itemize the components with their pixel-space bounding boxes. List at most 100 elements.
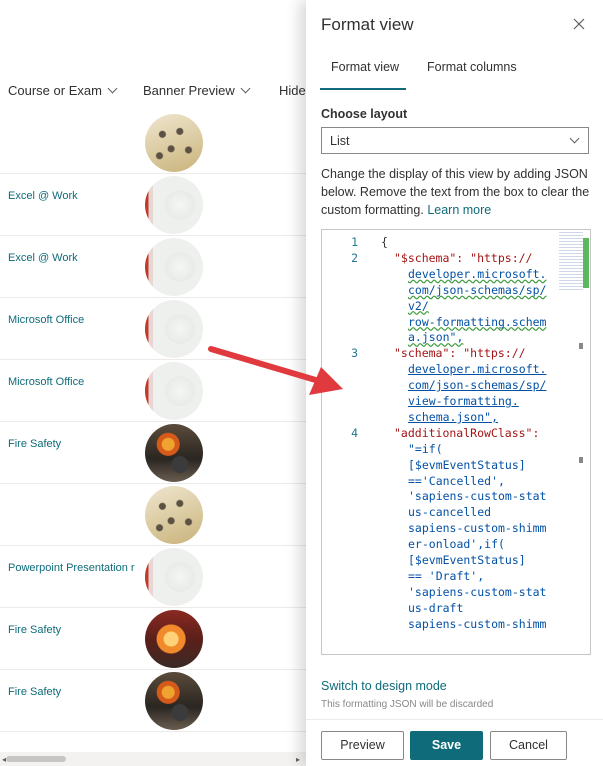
code-line: [$evmEventStatus] (408, 553, 526, 567)
scroll-right-icon[interactable]: ▸ (296, 755, 300, 764)
code-line: v2/ (408, 299, 429, 313)
table-row[interactable] (0, 483, 306, 546)
horizontal-scrollbar[interactable]: ◂ ▸ (0, 752, 306, 766)
description-text: Change the display of this view by addin… (321, 165, 591, 219)
tab-format-view[interactable]: Format view (331, 60, 399, 74)
column-header-label: Hide (279, 83, 306, 98)
editor-minimap[interactable] (559, 232, 583, 292)
cancel-button[interactable]: Cancel (490, 731, 567, 760)
line-number: 4 (351, 425, 358, 440)
code-text: 'sapiens-custom-stat (408, 584, 547, 599)
course-link[interactable]: Powerpoint Presentation r (8, 562, 135, 574)
table-row[interactable]: Microsoft Office (0, 359, 306, 422)
scrollbar-marker (579, 457, 583, 463)
code-line: a.json", (408, 330, 463, 344)
table-row[interactable]: Fire Safety (0, 607, 306, 670)
code-line: 'sapiens-custom-stat (408, 489, 546, 503)
code-text: { (381, 235, 388, 249)
json-code-editor[interactable]: 1 {2 "$schema": "https:// developer.microso… (321, 229, 591, 655)
code-line: 'sapiens-custom-stat (408, 585, 546, 599)
code-text: [$evmEventStatus] (408, 457, 526, 472)
banner-preview-image (145, 238, 203, 296)
table-row[interactable]: Fire Safety (0, 669, 306, 732)
banner-preview-image (145, 486, 203, 544)
code-text: us-draft (408, 600, 464, 615)
code-text: developer.microsoft. (408, 362, 547, 377)
code-text: com/json-schemas/sp/ (408, 282, 547, 297)
code-text: row-formatting.schem (408, 314, 547, 329)
editor-scrollbar-thumb[interactable] (583, 238, 589, 288)
table-row[interactable]: Fire Safety (0, 421, 306, 484)
code-line: com/json-schemas/sp/ (408, 378, 546, 392)
code-text: =='Cancelled', (408, 473, 505, 488)
line-number: 2 (351, 250, 358, 265)
tab-format-columns[interactable]: Format columns (427, 60, 517, 74)
code-line: er-onload',if( (408, 537, 505, 551)
chevron-down-icon (240, 83, 251, 94)
code-text: a.json", (408, 330, 464, 345)
save-button[interactable]: Save (410, 731, 483, 760)
code-text: [$evmEventStatus] (408, 553, 526, 567)
table-row[interactable]: Powerpoint Presentation r (0, 545, 306, 608)
preview-button[interactable]: Preview (321, 731, 404, 760)
code-line: { (381, 235, 388, 249)
chevron-down-icon (107, 83, 118, 94)
line-number: 1 (351, 235, 358, 249)
banner-preview-image (145, 672, 203, 730)
column-header-label: Banner Preview (143, 83, 235, 98)
code-text: 'sapiens-custom-stat (408, 489, 547, 504)
code-line: "$schema": "https:// (394, 251, 532, 265)
banner-preview-image (145, 300, 203, 358)
code-line: view-formatting. (408, 394, 519, 408)
code-text: "additionalRowClass": (394, 425, 540, 440)
column-header-hide[interactable]: Hide (279, 83, 306, 98)
course-link[interactable]: Microsoft Office (8, 314, 84, 326)
banner-preview-image (145, 610, 203, 668)
code-line: "=if( (408, 442, 443, 456)
banner-preview-image (145, 424, 203, 482)
layout-dropdown[interactable]: List (321, 127, 589, 154)
course-link[interactable]: Fire Safety (8, 686, 61, 698)
switch-to-design-mode-link[interactable]: Switch to design mode (321, 679, 447, 693)
close-button[interactable] (569, 14, 589, 34)
column-header-label: Course or Exam (8, 83, 102, 98)
code-text: "schema": "https:// (394, 346, 526, 361)
code-line: us-cancelled (408, 505, 491, 519)
code-text: sapiens-custom-shimm (408, 521, 547, 536)
choose-layout-label: Choose layout (321, 107, 408, 121)
close-icon[interactable] (569, 14, 589, 34)
scrollbar-thumb[interactable] (6, 756, 66, 762)
table-row[interactable]: Excel @ Work (0, 173, 306, 236)
course-link[interactable]: Microsoft Office (8, 376, 84, 388)
table-row[interactable]: Excel @ Work (0, 235, 306, 298)
course-link[interactable]: Excel @ Work (8, 190, 78, 202)
course-link[interactable]: Fire Safety (8, 438, 61, 450)
code-line: developer.microsoft. (408, 267, 546, 281)
layout-dropdown-value: List (330, 134, 350, 148)
table-row[interactable]: Microsoft Office (0, 297, 306, 360)
learn-more-link[interactable]: Learn more (427, 203, 491, 217)
code-line: us-draft (408, 601, 463, 615)
code-text: schema.json", (408, 409, 499, 424)
code-line: "schema": "https:// (394, 346, 526, 360)
course-link[interactable]: Excel @ Work (8, 252, 78, 264)
code-text: "$schema": "https:// (394, 250, 533, 265)
code-text: == 'Draft', (408, 568, 485, 583)
code-text: us-cancelled (408, 505, 492, 520)
code-line: =='Cancelled', (408, 474, 505, 488)
code-line: schema.json", (408, 410, 498, 424)
code-line: == 'Draft', (408, 569, 484, 583)
panel-title: Format view (321, 15, 414, 34)
list-view: Course or Exam Banner Preview Hide Excel… (0, 0, 306, 766)
code-text: developer.microsoft. (408, 266, 547, 281)
code-line: developer.microsoft. (408, 362, 546, 376)
column-header-banner[interactable]: Banner Preview (143, 83, 251, 98)
code-line: sapiens-custom-shimm (408, 617, 546, 631)
code-text: sapiens-custom-shimm (408, 616, 547, 631)
table-row[interactable] (0, 111, 306, 174)
column-header-course[interactable]: Course or Exam (8, 83, 118, 98)
footer-divider (306, 719, 603, 720)
banner-preview-image (145, 114, 203, 172)
course-link[interactable]: Fire Safety (8, 624, 61, 636)
code-line: [$evmEventStatus] (408, 458, 526, 472)
